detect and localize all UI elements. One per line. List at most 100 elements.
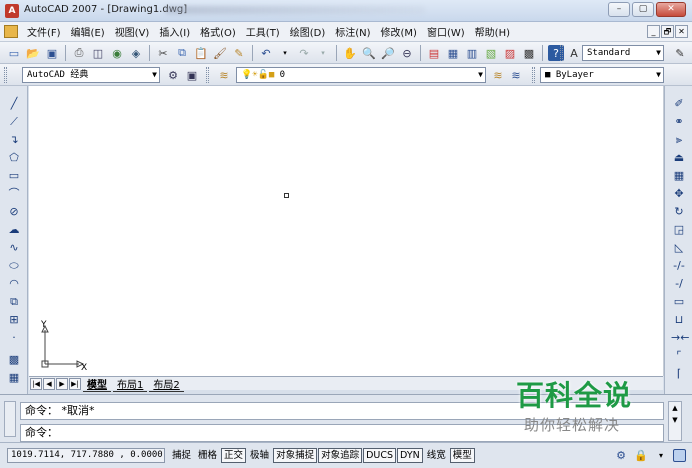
menu-insert[interactable]: 插入(I)	[154, 24, 195, 39]
fillet-icon[interactable]: ⌈	[671, 366, 687, 382]
paste-icon[interactable]: 📋	[193, 45, 209, 61]
block-editor-icon[interactable]: ✎	[231, 45, 247, 61]
sheet-set-icon[interactable]: ▧	[483, 45, 499, 61]
pan-realtime-icon[interactable]: ✋	[342, 45, 358, 61]
join-icon[interactable]: →←	[671, 330, 689, 346]
insert-block-icon[interactable]: ⧉	[6, 294, 22, 310]
doc-restore-button[interactable]: 🗗	[661, 25, 674, 38]
menu-modify[interactable]: 修改(M)	[376, 24, 422, 39]
minimize-button[interactable]: –	[608, 2, 630, 17]
menu-draw[interactable]: 绘图(D)	[285, 24, 331, 39]
offset-icon[interactable]: ⏏	[671, 150, 687, 166]
circle-icon[interactable]: ⊘	[6, 204, 22, 220]
make-block-icon[interactable]: ⊞	[6, 312, 22, 328]
copy-object-icon[interactable]: ⚭	[671, 114, 687, 130]
save-workspace-icon[interactable]: ▣	[184, 67, 200, 83]
calculator-icon[interactable]: ▩	[521, 45, 537, 61]
make-layer-current-icon[interactable]: ≋	[490, 67, 506, 83]
zoom-previous-icon[interactable]: ⊖	[399, 45, 415, 61]
redo-dropdown-icon[interactable]: ▾	[315, 45, 331, 61]
coordinates-readout[interactable]: 1019.7114, 717.7880 , 0.0000	[7, 448, 165, 463]
next-tab-button[interactable]: ▶	[56, 377, 68, 390]
menu-file[interactable]: 文件(F)	[22, 24, 66, 39]
cut-icon[interactable]: ✂	[155, 45, 171, 61]
status-lineweight-button[interactable]: 线宽	[424, 448, 449, 463]
status-ortho-button[interactable]: 正交	[221, 448, 247, 463]
menu-dimension[interactable]: 标注(N)	[330, 24, 375, 39]
scale-icon[interactable]: ◲	[671, 222, 687, 238]
copy-icon[interactable]: ⧉	[174, 45, 190, 61]
text-style-select[interactable]: Standard ▼	[582, 45, 664, 61]
color-select[interactable]: ■ ByLayer ▼	[540, 67, 664, 83]
tool-palettes-icon[interactable]: ▥	[464, 45, 480, 61]
array-icon[interactable]: ▦	[671, 168, 687, 184]
undo-icon[interactable]: ↶	[258, 45, 274, 61]
menu-edit[interactable]: 编辑(E)	[66, 24, 110, 39]
rectangle-icon[interactable]: ▭	[6, 168, 22, 184]
undo-dropdown-icon[interactable]: ▾	[277, 45, 293, 61]
toolbar-grip[interactable]	[4, 67, 7, 83]
last-tab-button[interactable]: ▶|	[69, 377, 81, 390]
prev-tab-button[interactable]: ◀	[43, 377, 55, 390]
arc-icon[interactable]: ⌒	[6, 186, 22, 202]
tab-model[interactable]: 模型	[83, 376, 111, 392]
menu-format[interactable]: 格式(O)	[195, 24, 241, 39]
workspace-settings-icon[interactable]: ⚙	[165, 67, 181, 83]
status-model-button[interactable]: 模型	[449, 448, 475, 463]
construction-line-icon[interactable]: ⟋	[6, 114, 22, 130]
polygon-icon[interactable]: ⬠	[6, 150, 22, 166]
print-icon[interactable]: ⎙	[71, 45, 87, 61]
dim-style-icon[interactable]: ✎	[672, 45, 688, 61]
close-button[interactable]: ✕	[656, 2, 686, 17]
tab-layout1[interactable]: 布局1	[113, 376, 148, 392]
status-ducs-button[interactable]: DUCS	[363, 448, 397, 463]
ellipse-icon[interactable]: ⬭	[6, 258, 22, 274]
menu-view[interactable]: 视图(V)	[110, 24, 155, 39]
3d-dwf-icon[interactable]: ◈	[128, 45, 144, 61]
open-file-icon[interactable]: 📂	[25, 45, 41, 61]
properties-icon[interactable]: ▤	[426, 45, 442, 61]
line-icon[interactable]: ╱	[6, 96, 22, 112]
layer-select[interactable]: 💡☀🔓■ 0 ▼	[236, 67, 486, 83]
ellipse-arc-icon[interactable]: ◠	[6, 276, 22, 292]
save-icon[interactable]: ▣	[44, 45, 60, 61]
zoom-realtime-icon[interactable]: 🔍	[361, 45, 377, 61]
print-preview-icon[interactable]: ◫	[90, 45, 106, 61]
rotate-icon[interactable]: ↻	[671, 204, 687, 220]
break-icon[interactable]: ⊔	[671, 312, 687, 328]
document-icon[interactable]	[4, 25, 18, 38]
drawing-canvas[interactable]: Y X	[29, 86, 663, 376]
move-icon[interactable]: ✥	[671, 186, 687, 202]
publish-icon[interactable]: ◉	[109, 45, 125, 61]
status-grid-button[interactable]: 栅格	[195, 448, 220, 463]
status-otrack-button[interactable]: 对象追踪	[318, 448, 363, 463]
chamfer-icon[interactable]: ⌜	[671, 348, 687, 364]
new-file-icon[interactable]: ▭	[6, 45, 22, 61]
redo-icon[interactable]: ↷	[296, 45, 312, 61]
menu-tools[interactable]: 工具(T)	[241, 24, 285, 39]
lock-icon[interactable]: 🔒	[633, 447, 649, 463]
match-properties-icon[interactable]: 🖌	[212, 45, 228, 61]
toolbar-grip[interactable]	[206, 67, 209, 83]
doc-minimize-button[interactable]: _	[647, 25, 660, 38]
status-osnap-button[interactable]: 对象捕捉	[273, 448, 318, 463]
maximize-button[interactable]: ▢	[632, 2, 654, 17]
menu-window[interactable]: 窗口(W)	[422, 24, 470, 39]
status-polar-button[interactable]: 极轴	[247, 448, 272, 463]
toolbar-grip[interactable]	[560, 45, 563, 61]
gradient-icon[interactable]: ▦	[6, 370, 22, 386]
break-at-point-icon[interactable]: ▭	[671, 294, 687, 310]
autocad-icon[interactable]: A	[5, 4, 19, 18]
command-window-grip[interactable]	[4, 401, 16, 437]
toolbar-grip[interactable]	[532, 67, 535, 83]
zoom-window-icon[interactable]: 🔎	[380, 45, 396, 61]
communication-center-icon[interactable]: ⚙	[613, 447, 629, 463]
design-center-icon[interactable]: ▦	[445, 45, 461, 61]
first-tab-button[interactable]: |◀	[30, 377, 42, 390]
polyline-icon[interactable]: ↴	[6, 132, 22, 148]
menu-help[interactable]: 帮助(H)	[470, 24, 515, 39]
extend-icon[interactable]: -/	[671, 276, 687, 292]
status-menu-icon[interactable]: ▾	[653, 447, 669, 463]
revision-cloud-icon[interactable]: ☁	[6, 222, 22, 238]
mirror-icon[interactable]: ⫸	[671, 132, 687, 148]
